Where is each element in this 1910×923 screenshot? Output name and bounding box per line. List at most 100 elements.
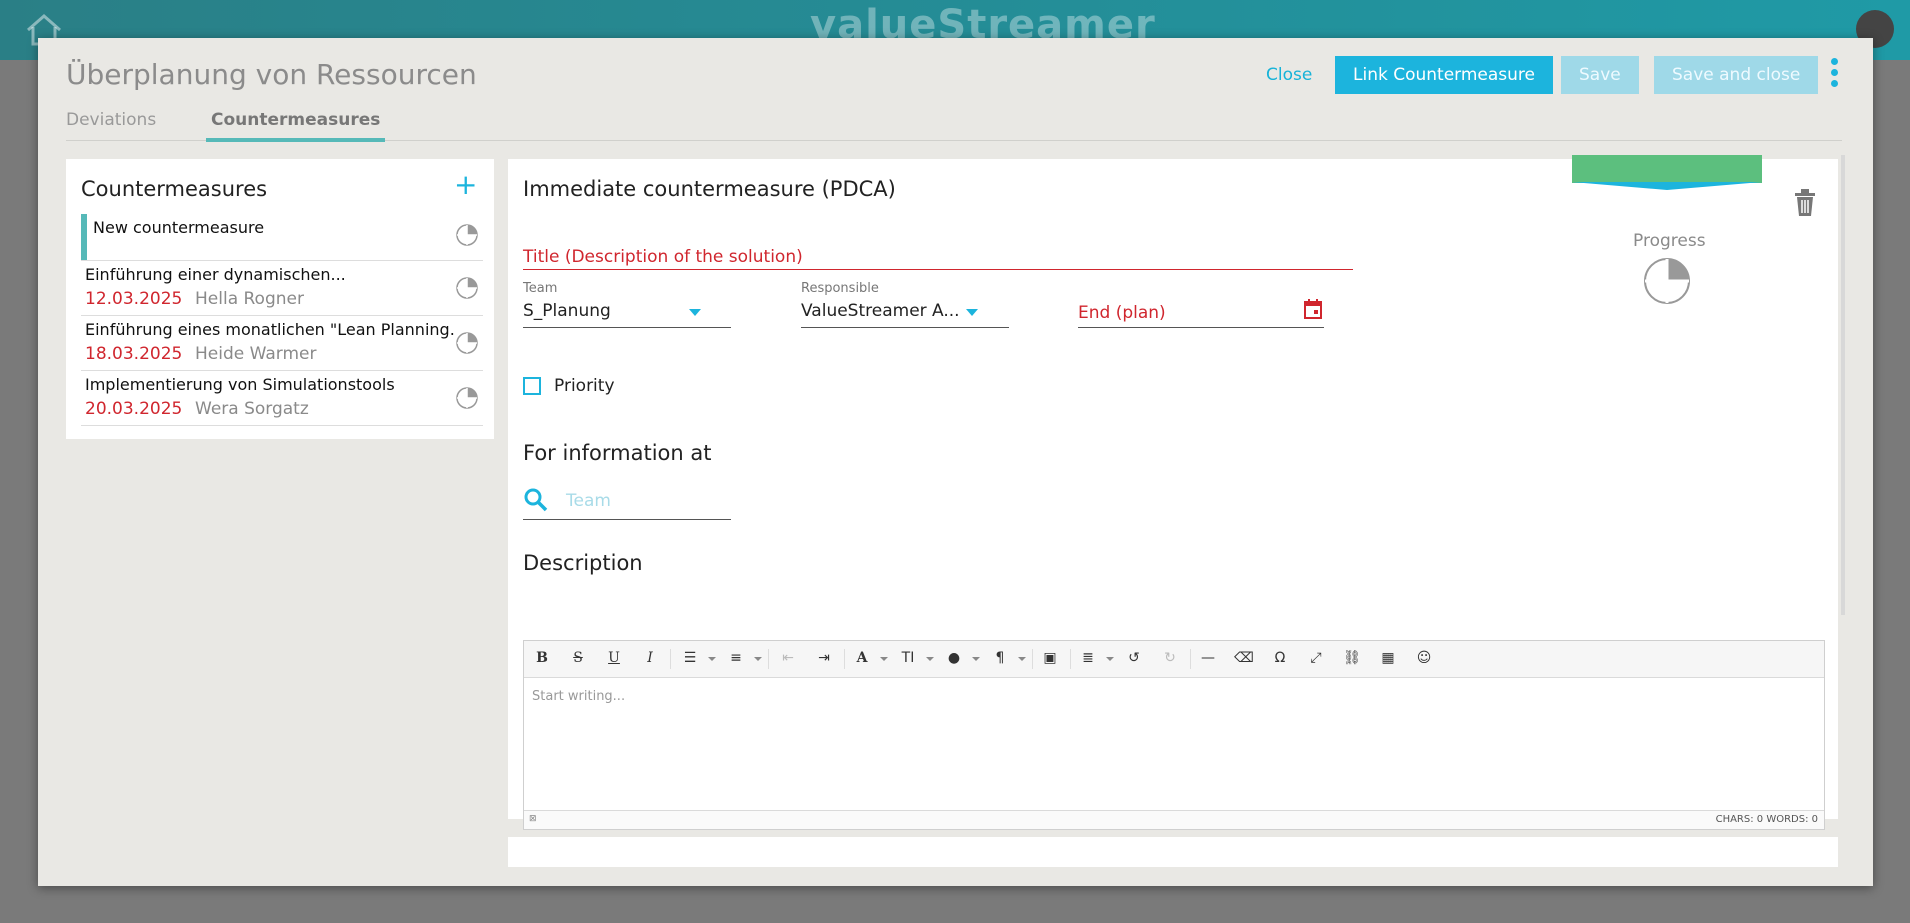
indent-icon[interactable]: ⇥ [812,650,836,666]
team-field-label: Team [523,281,558,296]
toolbar-divider [670,649,671,669]
bold-icon[interactable]: B [530,650,554,666]
emoji-icon[interactable]: ☺ [1412,650,1436,666]
countermeasure-list-title: Countermeasures [81,177,268,201]
list-item[interactable]: Einführung eines monatlichen "Lean Plann… [81,316,483,371]
underline-icon[interactable]: U [602,650,626,666]
progress-pie-icon[interactable] [1643,257,1691,305]
chevron-down-icon[interactable] [926,657,934,661]
editor-toolbar: B S U I ☰ ≡ ⇤ ⇥ A TI ● ¶ ▣ ≣ ↺ ↻ — ⌫ Ω ⤢… [524,641,1824,678]
list-item-title: Implementierung von Simulationstools [85,375,395,394]
progress-pie-icon [456,332,478,354]
countermeasure-list-panel: Countermeasures + New countermeasure Ein… [66,159,494,439]
chevron-down-icon[interactable] [880,657,888,661]
info-team-underline [523,519,731,520]
search-icon[interactable] [523,487,549,513]
responsible-select-underline [801,327,1009,328]
highlight-icon[interactable]: ● [942,650,966,666]
link-icon[interactable]: ⛓ [1340,650,1364,666]
progress-pie-icon [456,387,478,409]
info-section-heading: For information at [523,441,712,465]
priority-checkbox[interactable] [523,377,541,395]
chevron-down-icon[interactable] [754,657,762,661]
toolbar-divider [1070,649,1071,669]
next-section-card [508,837,1838,867]
tab-countermeasures[interactable]: Countermeasures [206,110,386,142]
image-icon[interactable]: ▣ [1038,650,1062,666]
list-item-person: Wera Sorgatz [195,399,309,419]
list-item-title: Einführung eines monatlichen "Lean Plann… [85,320,455,339]
list-item-person: Heide Warmer [195,344,317,364]
more-options-icon[interactable] [1828,58,1840,92]
title-input[interactable]: Title (Description of the solution) [523,239,1353,270]
redo-icon[interactable]: ↻ [1158,650,1182,666]
countermeasure-dialog: Überplanung von Ressourcen Close Link Co… [38,38,1873,886]
description-editor: B S U I ☰ ≡ ⇤ ⇥ A TI ● ¶ ▣ ≣ ↺ ↻ — ⌫ Ω ⤢… [523,640,1825,830]
status-arrow-icon [1572,182,1762,190]
countermeasure-detail-panel: Immediate countermeasure (PDCA) Progress… [508,155,1838,830]
chevron-down-icon[interactable] [708,657,716,661]
italic-icon[interactable]: I [638,650,662,666]
font-color-icon[interactable]: A [850,650,874,666]
align-icon[interactable]: ≣ [1076,650,1100,666]
save-and-close-button[interactable]: Save and close [1654,56,1819,94]
toolbar-divider [844,649,845,669]
panel-scrollbar[interactable] [1841,155,1845,615]
toolbar-divider [768,649,769,669]
responsible-select-value[interactable]: ValueStreamer A... [801,301,960,321]
status-flag [1572,155,1762,183]
list-item[interactable]: Implementierung von Simulationstools 20.… [81,371,483,426]
progress-pie-icon [456,224,478,246]
end-plan-underline [1078,327,1324,328]
trash-icon[interactable] [1792,187,1818,217]
editor-character-count: CHARS: 0 WORDS: 0 [1715,814,1818,825]
responsible-field-label: Responsible [801,281,879,296]
list-item-date: 18.03.2025 [85,344,183,364]
outdent-icon[interactable]: ⇤ [776,650,800,666]
chevron-down-icon[interactable] [972,657,980,661]
dialog-title: Überplanung von Ressourcen [66,58,477,91]
close-button[interactable]: Close [1266,56,1312,94]
paragraph-icon[interactable]: ¶ [988,650,1012,666]
horizontal-rule-icon[interactable]: — [1196,650,1220,666]
detail-heading: Immediate countermeasure (PDCA) [523,177,896,201]
strikethrough-icon[interactable]: S [566,650,590,666]
team-select-underline [523,327,731,328]
selection-indicator [81,214,87,260]
team-dropdown-icon[interactable] [689,309,701,316]
team-select-value[interactable]: S_Planung [523,301,611,321]
tab-deviations[interactable]: Deviations [61,110,161,138]
resize-handle-icon[interactable]: ⊠ [529,814,537,824]
priority-label: Priority [554,376,615,396]
progress-label: Progress [1633,231,1706,251]
fullscreen-icon[interactable]: ⤢ [1304,650,1328,666]
list-item-date: 12.03.2025 [85,289,183,309]
editor-statusbar: ⊠ CHARS: 0 WORDS: 0 [524,810,1824,829]
list-item-person: Hella Rogner [195,289,304,309]
editor-placeholder[interactable]: Start writing... [532,689,625,704]
numbered-list-icon[interactable]: ≡ [724,650,748,666]
list-item[interactable]: New countermeasure [81,214,483,261]
title-input-placeholder: Title (Description of the solution) [523,247,803,267]
chevron-down-icon[interactable] [1106,657,1114,661]
list-item-date: 20.03.2025 [85,399,183,419]
chevron-down-icon[interactable] [1018,657,1026,661]
text-size-icon[interactable]: TI [896,650,920,666]
toolbar-divider [1032,649,1033,669]
calendar-icon[interactable] [1304,299,1322,319]
info-team-input[interactable]: Team [566,491,611,511]
description-heading: Description [523,551,643,575]
progress-pie-icon [456,277,478,299]
special-character-icon[interactable]: Ω [1268,650,1292,666]
undo-icon[interactable]: ↺ [1122,650,1146,666]
end-plan-input[interactable]: End (plan) [1078,303,1166,323]
list-item-title: Einführung einer dynamischen... [85,265,346,284]
bullet-list-icon[interactable]: ☰ [678,650,702,666]
save-button[interactable]: Save [1561,56,1639,94]
responsible-dropdown-icon[interactable] [966,309,978,316]
add-countermeasure-icon[interactable]: + [454,171,477,199]
link-countermeasure-button[interactable]: Link Countermeasure [1335,56,1553,94]
table-icon[interactable]: ▦ [1376,650,1400,666]
eraser-icon[interactable]: ⌫ [1232,650,1256,666]
list-item[interactable]: Einführung einer dynamischen... 12.03.20… [81,261,483,316]
